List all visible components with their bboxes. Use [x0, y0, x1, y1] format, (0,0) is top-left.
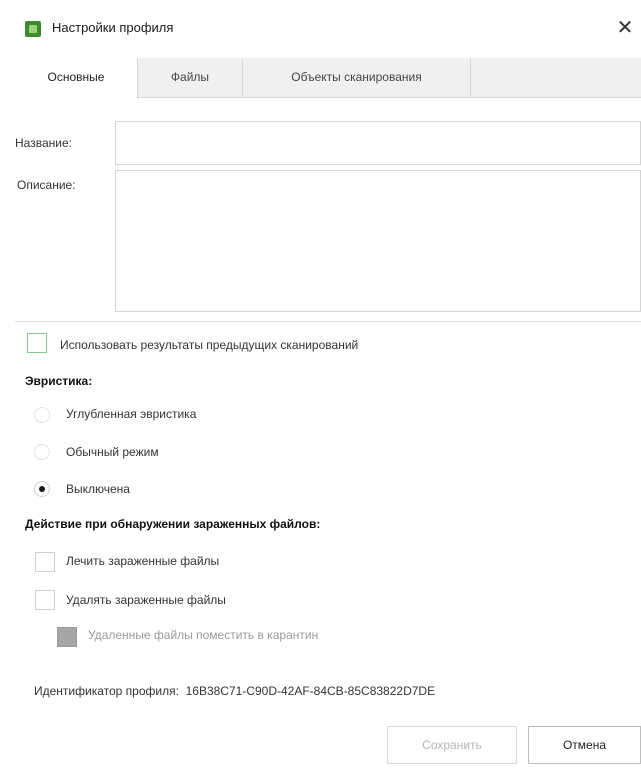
tab-files[interactable]: Файлы [138, 58, 243, 98]
name-label: Название: [15, 136, 72, 150]
description-label: Описание: [17, 178, 76, 192]
use-previous-results-checkbox[interactable] [27, 333, 47, 353]
heuristics-deep-radio[interactable] [34, 407, 50, 423]
delete-infected-label: Удалять зараженные файлы [66, 593, 226, 607]
close-button[interactable]: ✕ [613, 14, 637, 40]
tab-scan-objects[interactable]: Объекты сканирования [243, 58, 471, 98]
infected-actions-title: Действие при обнаружении зараженных файл… [25, 517, 321, 531]
profile-id: Идентификатор профиля: 16B38C71-C90D-42A… [34, 684, 435, 698]
name-input[interactable] [115, 121, 641, 165]
heuristics-off-radio[interactable] [34, 481, 50, 497]
cancel-button[interactable]: Отмена [528, 726, 641, 764]
title-bar: Настройки профиля ✕ [0, 0, 641, 58]
divider [15, 321, 641, 322]
profile-id-value: 16B38C71-C90D-42AF-84CB-85C83822D7DE [185, 684, 436, 698]
heuristics-deep-label: Углубленная эвристика [66, 407, 197, 421]
tab-general[interactable]: Основные [15, 58, 138, 99]
delete-infected-checkbox[interactable] [35, 590, 55, 610]
save-button[interactable]: Сохранить [387, 726, 517, 764]
cure-infected-label: Лечить зараженные файлы [66, 554, 220, 568]
heuristics-off-label: Выключена [66, 482, 130, 496]
heuristics-title: Эвристика: [25, 374, 93, 388]
heuristics-normal-label: Обычный режим [66, 445, 159, 459]
profile-id-label: Идентификатор профиля: [34, 684, 179, 698]
quarantine-deleted-label: Удаленные файлы поместить в карантин [88, 628, 319, 642]
app-logo-icon [25, 21, 41, 37]
tab-bar: Основные Файлы Объекты сканирования [15, 58, 641, 99]
window-title: Настройки профиля [52, 20, 174, 35]
description-input[interactable] [115, 170, 641, 312]
cure-infected-checkbox[interactable] [35, 552, 55, 572]
use-previous-results-label: Использовать результаты предыдущих скани… [60, 338, 359, 352]
heuristics-normal-radio[interactable] [34, 444, 50, 460]
quarantine-deleted-checkbox[interactable] [57, 627, 77, 647]
